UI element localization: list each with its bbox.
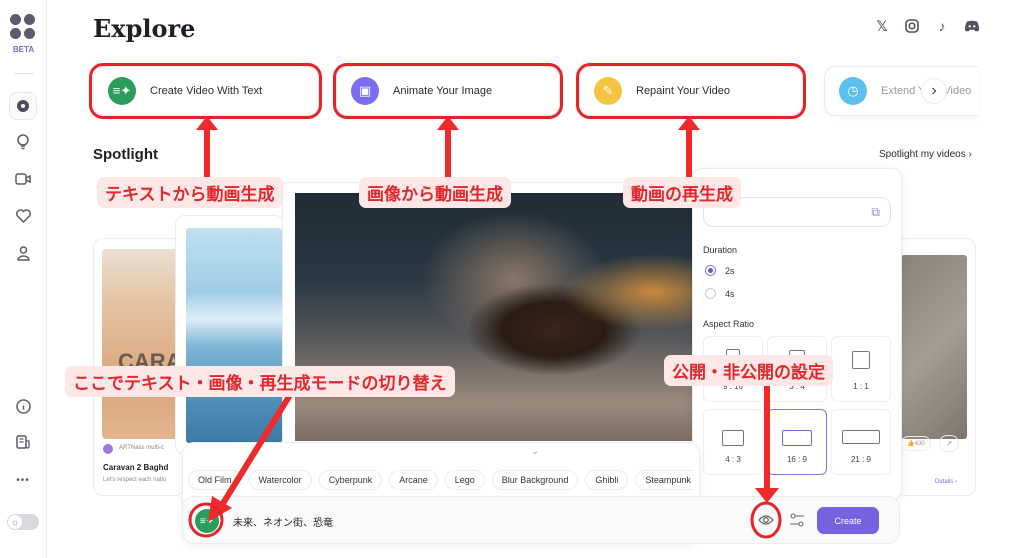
author-avatar <box>103 444 113 454</box>
spotlight-my-videos-link[interactable]: Spotlight my videos › <box>879 149 972 160</box>
explore-icon <box>17 100 29 112</box>
aspect-4-3-option[interactable]: 4 : 3 <box>703 409 763 475</box>
video-camera-icon <box>15 173 31 185</box>
video-card[interactable]: 👍 430 ↗ Details › <box>896 238 976 496</box>
sidebar-item-favorites[interactable] <box>9 202 37 230</box>
theme-toggle[interactable]: ☼ <box>7 514 39 530</box>
video-description: Let's respect each natio <box>103 477 167 483</box>
style-chips: Old Film Watercolor Cyberpunk Arcane Leg… <box>188 470 693 490</box>
sidebar-item-news[interactable] <box>9 428 37 456</box>
annotation-mode-switch: ここでテキスト・画像・再生成モードの切り替え <box>65 366 455 397</box>
sidebar: BETA ••• ☼ <box>0 0 47 558</box>
discord-icon[interactable] <box>964 18 980 34</box>
style-chip[interactable]: Cyberpunk <box>318 470 383 490</box>
logo-icon[interactable] <box>10 14 36 40</box>
annotation-repaint: 動画の再生成 <box>623 177 741 208</box>
annotation-arrow <box>686 128 692 183</box>
ratio-label: 21 : 9 <box>850 455 871 464</box>
copy-icon[interactable]: ⧉ <box>871 205 880 220</box>
duration-4s-label: 4s <box>725 289 735 299</box>
ratio-label: 16 : 9 <box>786 455 807 464</box>
settings-popup: ⧉ Duration 2s 4s Aspect Ratio 9 : 16 3 :… <box>692 168 902 500</box>
style-chip[interactable]: Blur Background <box>491 470 579 490</box>
prompt-bar: ≡✦ 未来、ネオン街、恐竜 <box>182 496 900 544</box>
sidebar-item-explore[interactable] <box>9 92 37 120</box>
link-label: Spotlight my videos <box>879 149 966 160</box>
x-icon[interactable]: 𝕏 <box>874 18 890 34</box>
sidebar-item-videos[interactable] <box>9 165 37 193</box>
duration-label: Duration <box>703 245 738 255</box>
style-chip[interactable]: Lego <box>444 470 485 490</box>
video-thumbnail <box>295 193 693 441</box>
video-thumbnail <box>901 255 967 439</box>
newspaper-icon <box>15 435 30 449</box>
style-chip[interactable]: Watercolor <box>248 470 312 490</box>
sidebar-item-info[interactable] <box>9 392 37 420</box>
lightbulb-icon <box>17 134 29 150</box>
sidebar-divider <box>14 73 34 74</box>
style-chip[interactable]: Arcane <box>389 470 438 490</box>
page-title: Explore <box>93 14 196 43</box>
settings-sliders-icon[interactable] <box>789 512 805 528</box>
video-card[interactable] <box>175 215 285 455</box>
like-count: 430 <box>914 440 925 447</box>
heart-icon <box>15 209 31 223</box>
like-button[interactable]: 👍 430 <box>901 436 931 451</box>
highlight-repaint-card <box>576 63 806 119</box>
annotation-arrowhead <box>196 116 218 130</box>
duration-4s-radio[interactable] <box>705 288 716 299</box>
create-button[interactable]: Create <box>817 507 879 534</box>
video-title: Caravan 2 Baghd <box>103 463 169 472</box>
annotation-arrowhead <box>678 116 700 130</box>
style-chip[interactable]: Steampunk <box>635 470 693 490</box>
carousel-next-button[interactable]: › <box>921 78 947 104</box>
highlight-image-card <box>333 63 563 119</box>
ratio-label: 1 : 1 <box>853 382 869 391</box>
instagram-icon[interactable] <box>904 18 920 34</box>
annotation-arrowhead <box>437 116 459 130</box>
video-thumbnail <box>186 228 282 443</box>
share-button[interactable]: ↗ <box>939 435 959 452</box>
aspect-1-1-option[interactable]: 1 : 1 <box>831 336 891 402</box>
annotation-text-to-video: テキストから動画生成 <box>97 177 283 208</box>
annotation-arrow <box>204 128 210 183</box>
details-link[interactable]: Details › <box>935 479 957 485</box>
info-icon <box>15 398 31 414</box>
text-sparkle-icon: ≡✦ <box>199 515 215 527</box>
highlight-text-card <box>89 63 322 119</box>
details-label: Details <box>935 479 954 485</box>
annotation-image-to-video: 画像から動画生成 <box>359 177 511 208</box>
prompt-input[interactable]: 未来、ネオン街、恐竜 <box>233 514 333 529</box>
style-chip[interactable]: Old Film <box>188 470 242 490</box>
visibility-eye-icon[interactable] <box>758 513 774 527</box>
clock-icon: ◷ <box>839 77 867 105</box>
aspect-16-9-option[interactable]: 16 : 9 <box>767 409 827 475</box>
beta-badge: BETA <box>12 45 35 54</box>
sun-icon: ☼ <box>8 515 22 529</box>
ratio-label: 4 : 3 <box>725 455 741 464</box>
user-icon <box>16 245 30 261</box>
social-links: 𝕏 ♪ <box>874 18 980 34</box>
tiktok-icon[interactable]: ♪ <box>934 18 950 34</box>
duration-2s-radio[interactable] <box>705 265 716 276</box>
aspect-21-9-option[interactable]: 21 : 9 <box>831 409 891 475</box>
author-name: ARTNass multi-c <box>119 445 164 451</box>
sidebar-item-ideas[interactable] <box>9 128 37 156</box>
duration-2s-label: 2s <box>725 266 735 276</box>
annotation-arrow <box>445 128 451 183</box>
spotlight-title: Spotlight <box>93 146 158 163</box>
collapse-chevron-icon[interactable]: ⌄ <box>531 446 539 457</box>
more-menu[interactable]: ••• <box>9 466 37 494</box>
featured-video[interactable] <box>282 182 702 452</box>
mode-switch-button[interactable]: ≡✦ <box>195 509 219 533</box>
style-chip[interactable]: Ghibli <box>585 470 629 490</box>
aspect-ratio-label: Aspect Ratio <box>703 319 755 329</box>
annotation-visibility: 公開・非公開の設定 <box>664 355 833 386</box>
extend-your-video-card[interactable]: ◷ Extend Your Video <box>824 66 978 116</box>
sidebar-item-profile[interactable] <box>9 239 37 267</box>
video-thumbnail: CARAV <box>102 249 186 439</box>
